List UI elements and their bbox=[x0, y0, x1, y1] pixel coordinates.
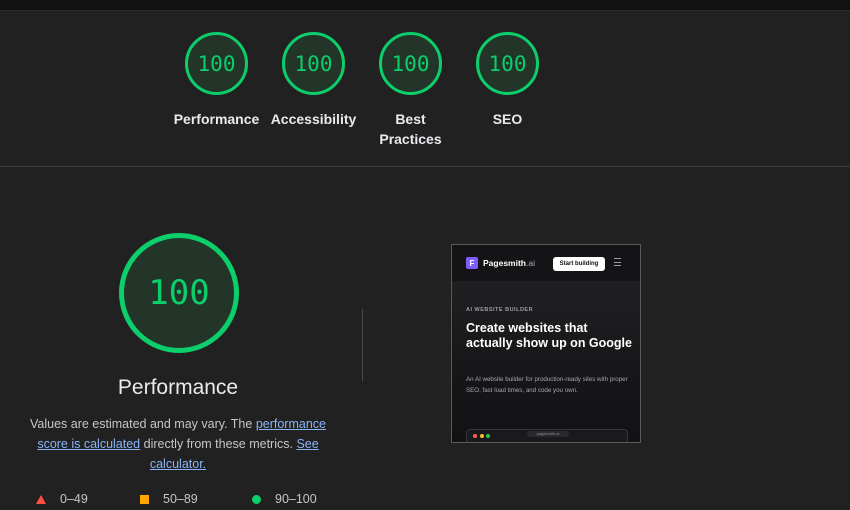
hero-headline: Create websites that actually show up on… bbox=[466, 321, 632, 350]
brand-name: Pagesmith.ai bbox=[483, 258, 535, 268]
gauge-seo[interactable]: 100 SEO bbox=[459, 32, 556, 149]
legend-range: 0–49 bbox=[60, 492, 88, 506]
url-bar: pagesmith.ai bbox=[527, 431, 569, 437]
score-legend: 0–49 50–89 90–100 bbox=[36, 492, 317, 506]
gauge-ring: 100 bbox=[476, 32, 539, 95]
square-icon bbox=[140, 494, 149, 504]
gauge-score: 100 bbox=[488, 51, 527, 76]
hero-background bbox=[452, 281, 640, 442]
gauge-performance[interactable]: 100 Performance bbox=[168, 32, 265, 149]
legend-range: 50–89 bbox=[163, 492, 198, 506]
gauge-accessibility[interactable]: 100 Accessibility bbox=[265, 32, 362, 149]
section-divider bbox=[0, 166, 850, 167]
brand-suffix: .ai bbox=[526, 258, 535, 268]
gauge-score: 100 bbox=[294, 51, 333, 76]
hamburger-menu-icon bbox=[614, 257, 622, 266]
gauge-score: 100 bbox=[391, 51, 430, 76]
vertical-divider bbox=[362, 309, 363, 381]
desc-text: Values are estimated and may vary. The bbox=[30, 417, 256, 431]
category-gauges: 100 Performance 100 Accessibility 100 Be… bbox=[168, 32, 556, 149]
window-controls-icon bbox=[473, 434, 493, 438]
pagesmith-logo-icon: F bbox=[466, 257, 478, 269]
triangle-icon bbox=[36, 494, 46, 504]
gauge-label: Performance bbox=[173, 111, 260, 127]
performance-title: Performance bbox=[117, 376, 239, 399]
performance-description: Values are estimated and may vary. The p… bbox=[24, 414, 332, 474]
desc-text: directly from these metrics. bbox=[140, 437, 297, 451]
brand-text: Pagesmith bbox=[483, 258, 526, 268]
gauge-label: Best Practices bbox=[379, 111, 442, 147]
gauge-ring: 100 bbox=[379, 32, 442, 95]
final-screenshot-thumbnail[interactable]: F Pagesmith.ai Start building AI WEBSITE… bbox=[451, 244, 641, 443]
gauge-label: SEO bbox=[492, 111, 523, 127]
circle-icon bbox=[252, 494, 261, 504]
browser-mockup: pagesmith.ai bbox=[466, 429, 628, 442]
legend-range: 90–100 bbox=[275, 492, 317, 506]
performance-score-gauge: 100 bbox=[119, 233, 239, 353]
gauge-ring: 100 bbox=[282, 32, 345, 95]
hero-subtext: An AI website builder for production-rea… bbox=[466, 376, 628, 394]
performance-score: 100 bbox=[148, 273, 210, 313]
legend-average: 50–89 bbox=[140, 492, 252, 506]
gauge-best-practices[interactable]: 100 Best Practices bbox=[362, 32, 459, 149]
gauge-label: Accessibility bbox=[270, 111, 357, 127]
hero-kicker: AI WEBSITE BUILDER bbox=[466, 307, 534, 313]
start-building-button: Start building bbox=[553, 257, 605, 271]
gauge-score: 100 bbox=[197, 51, 236, 76]
top-bar bbox=[0, 0, 850, 11]
legend-pass: 90–100 bbox=[252, 492, 317, 506]
gauge-ring: 100 bbox=[185, 32, 248, 95]
legend-fail: 0–49 bbox=[36, 492, 140, 506]
